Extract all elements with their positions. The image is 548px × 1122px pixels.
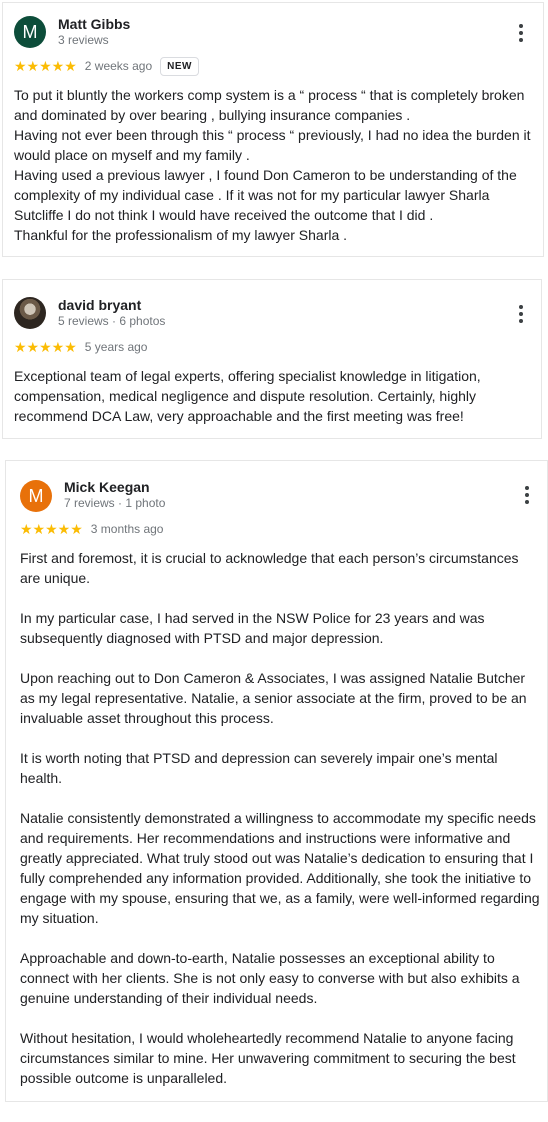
reviewer-stats: 7 reviews · 1 photo	[64, 496, 166, 510]
more-options-icon[interactable]	[517, 483, 537, 507]
review-paragraph: Natalie consistently demonstrated a will…	[20, 810, 540, 926]
reviewer-stats: 5 reviews · 6 photos	[58, 314, 166, 328]
review-paragraph: In my particular case, I had served in t…	[20, 610, 485, 646]
reviewer-name[interactable]: david bryant	[58, 296, 141, 314]
reviewer-stats: 3 reviews	[58, 33, 109, 47]
more-options-icon[interactable]	[511, 21, 531, 45]
review-paragraph: Thankful for the professionalism of my l…	[14, 227, 348, 243]
rating-row: ★★★★★ 2 weeks ago NEW	[14, 56, 199, 76]
star-rating-icon: ★★★★★	[14, 58, 77, 74]
review-paragraph: Having not ever been through this “ proc…	[14, 127, 531, 163]
review-paragraph: First and foremost, it is crucial to ack…	[20, 550, 519, 586]
rating-row: ★★★★★ 3 months ago	[20, 519, 163, 539]
new-badge: NEW	[160, 56, 199, 76]
review-paragraph: Approachable and down-to-earth, Natalie …	[20, 950, 520, 1006]
review-date: 5 years ago	[84, 340, 148, 354]
star-rating-icon: ★★★★★	[14, 339, 77, 355]
review-paragraph: Upon reaching out to Don Cameron & Assoc…	[20, 670, 527, 726]
review-card: david bryant 5 reviews · 6 photos ★★★★★ …	[2, 279, 542, 439]
review-card: M Mick Keegan 7 reviews · 1 photo ★★★★★ …	[5, 460, 548, 1102]
review-paragraph: Without hesitation, I would wholehearted…	[20, 1030, 516, 1086]
reviewer-name[interactable]: Mick Keegan	[64, 478, 150, 496]
review-date: 3 months ago	[90, 522, 164, 536]
more-options-icon[interactable]	[511, 302, 531, 326]
review-date: 2 weeks ago	[84, 59, 153, 73]
review-card: M Matt Gibbs 3 reviews ★★★★★ 2 weeks ago…	[2, 2, 544, 257]
review-paragraph: Having used a previous lawyer , I found …	[14, 167, 517, 223]
avatar[interactable]	[14, 297, 46, 329]
avatar[interactable]: M	[14, 16, 46, 48]
star-rating-icon: ★★★★★	[20, 521, 83, 537]
review-text: Exceptional team of legal experts, offer…	[14, 366, 534, 426]
review-paragraph: To put it bluntly the workers comp syste…	[14, 87, 525, 123]
reviewer-name[interactable]: Matt Gibbs	[58, 15, 130, 33]
review-paragraph: Exceptional team of legal experts, offer…	[14, 368, 481, 424]
review-paragraph: It is worth noting that PTSD and depress…	[20, 750, 498, 786]
rating-row: ★★★★★ 5 years ago	[14, 337, 147, 357]
review-text: To put it bluntly the workers comp syste…	[14, 85, 539, 245]
review-text: First and foremost, it is crucial to ack…	[20, 548, 540, 1088]
avatar[interactable]: M	[20, 480, 52, 512]
